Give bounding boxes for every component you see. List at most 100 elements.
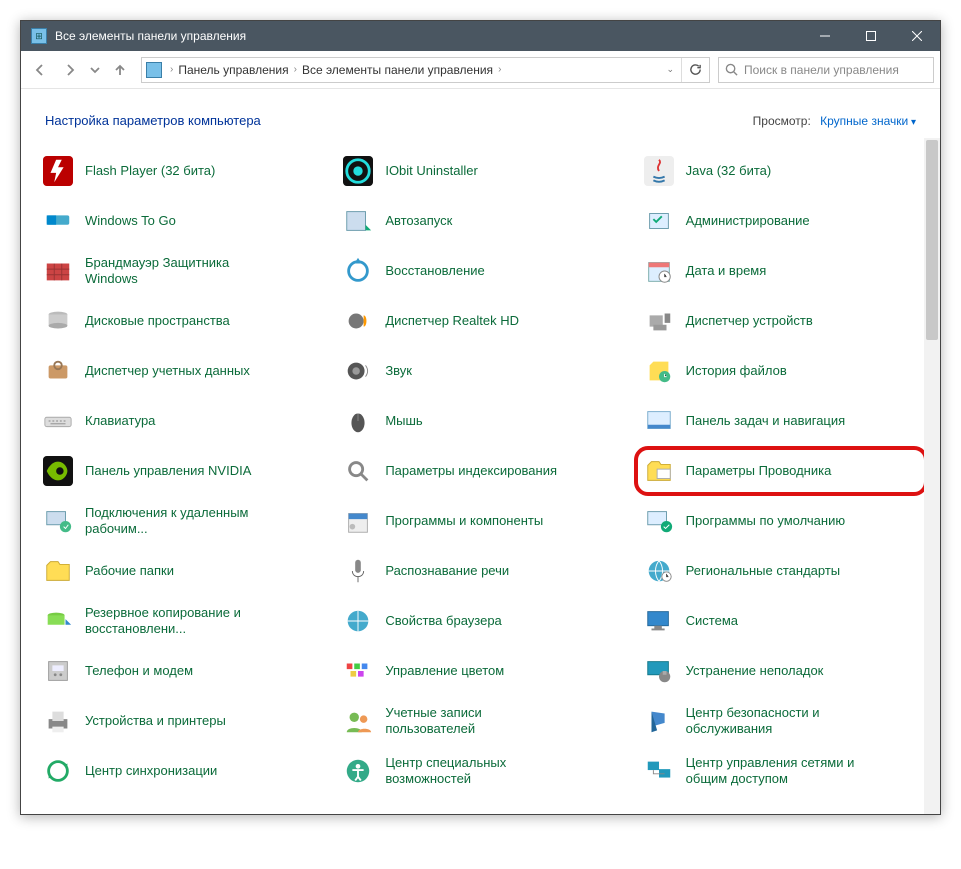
control-panel-window: ⊞ Все элементы панели управления › Панел… (20, 20, 941, 815)
cp-item-backup[interactable]: Резервное копирование и восстановлени... (33, 596, 327, 646)
cp-item-workfolders[interactable]: Рабочие папки (33, 546, 327, 596)
flash-icon (41, 154, 75, 188)
firewall-icon (41, 254, 75, 288)
region-icon (642, 554, 676, 588)
cp-item-label: Восстановление (385, 263, 484, 279)
cp-item-index[interactable]: Параметры индексирования (333, 446, 627, 496)
cp-item-inetopt[interactable]: Свойства браузера (333, 596, 627, 646)
cp-item-nvidia[interactable]: Панель управления NVIDIA (33, 446, 327, 496)
cp-item-printers[interactable]: Устройства и принтеры (33, 696, 327, 746)
cp-item-rdp[interactable]: Подключения к удаленным рабочим... (33, 496, 327, 546)
index-icon (341, 454, 375, 488)
cp-item-label: Диспетчер учетных данных (85, 363, 250, 379)
cp-item-security[interactable]: Центр безопасности и обслуживания (634, 696, 928, 746)
cp-item-ease[interactable]: Центр специальных возможностей (333, 746, 627, 796)
up-button[interactable] (107, 57, 133, 83)
cp-item-label: Центр управления сетями и общим доступом (686, 755, 866, 788)
cp-item-devmgr[interactable]: Диспетчер устройств (634, 296, 928, 346)
cp-item-system[interactable]: Система (634, 596, 928, 646)
cp-item-label: Телефон и модем (85, 663, 193, 679)
cp-item-label: Параметры индексирования (385, 463, 557, 479)
page-heading: Настройка параметров компьютера (45, 113, 261, 128)
cp-item-label: Диспетчер устройств (686, 313, 813, 329)
back-button[interactable] (27, 57, 53, 83)
chevron-right-icon: › (167, 64, 176, 75)
cp-item-label: Дата и время (686, 263, 767, 279)
cp-item-color[interactable]: Управление цветом (333, 646, 627, 696)
java-icon (642, 154, 676, 188)
cp-item-keyboard[interactable]: Клавиатура (33, 396, 327, 446)
cp-item-datetime[interactable]: Дата и время (634, 246, 928, 296)
scrollbar-thumb[interactable] (926, 140, 938, 340)
cp-item-sync[interactable]: Центр синхронизации (33, 746, 327, 796)
scrollbar[interactable] (924, 138, 940, 814)
cp-item-phone[interactable]: Телефон и модем (33, 646, 327, 696)
cp-item-cred[interactable]: Диспетчер учетных данных (33, 346, 327, 396)
view-dropdown[interactable]: Крупные значки (820, 114, 916, 128)
cp-item-label: Учетные записи пользователей (385, 705, 565, 738)
cp-item-label: Региональные стандарты (686, 563, 840, 579)
cp-item-autoplay[interactable]: Автозапуск (333, 196, 627, 246)
cp-item-filehist[interactable]: История файлов (634, 346, 928, 396)
cp-item-region[interactable]: Региональные стандарты (634, 546, 928, 596)
cp-item-mouse[interactable]: Мышь (333, 396, 627, 446)
address-icon (146, 62, 162, 78)
close-button[interactable] (894, 21, 940, 51)
cp-item-flash[interactable]: Flash Player (32 бита) (33, 146, 327, 196)
cp-item-label: Центр безопасности и обслуживания (686, 705, 866, 738)
cp-item-explorer[interactable]: Параметры Проводника (634, 446, 928, 496)
maximize-button[interactable] (848, 21, 894, 51)
view-selector: Просмотр: Крупные значки (753, 114, 916, 128)
cp-item-recovery[interactable]: Восстановление (333, 246, 627, 296)
cp-item-label: Резервное копирование и восстановлени... (85, 605, 265, 638)
defaults-icon (642, 504, 676, 538)
keyboard-icon (41, 404, 75, 438)
cp-item-iobit[interactable]: IObit Uninstaller (333, 146, 627, 196)
search-input[interactable]: Поиск в панели управления (718, 57, 934, 83)
system-icon (642, 604, 676, 638)
backup-icon (41, 604, 75, 638)
history-dropdown[interactable] (87, 57, 103, 83)
refresh-button[interactable] (681, 58, 709, 82)
cp-item-label: Диспетчер Realtek HD (385, 313, 519, 329)
cp-item-wtg[interactable]: Windows To Go (33, 196, 327, 246)
breadcrumb-1[interactable]: Все элементы панели управления (300, 63, 495, 77)
window-title: Все элементы панели управления (55, 29, 802, 43)
cp-item-label: Java (32 бита) (686, 163, 772, 179)
cp-item-storage[interactable]: Дисковые пространства (33, 296, 327, 346)
search-icon (725, 63, 738, 76)
cp-item-defaults[interactable]: Программы по умолчанию (634, 496, 928, 546)
cp-item-label: Параметры Проводника (686, 463, 832, 479)
realtek-icon (341, 304, 375, 338)
cp-item-speech[interactable]: Распознавание речи (333, 546, 627, 596)
cp-item-label: Программы и компоненты (385, 513, 543, 529)
breadcrumb-0[interactable]: Панель управления (176, 63, 290, 77)
cp-item-programs[interactable]: Программы и компоненты (333, 496, 627, 546)
admin-icon (642, 204, 676, 238)
items-grid: Flash Player (32 бита) IObit Uninstaller J… (33, 146, 928, 796)
cp-item-taskbar[interactable]: Панель задач и навигация (634, 396, 928, 446)
cp-item-java[interactable]: Java (32 бита) (634, 146, 928, 196)
storage-icon (41, 304, 75, 338)
speech-icon (341, 554, 375, 588)
cp-item-admin[interactable]: Администрирование (634, 196, 928, 246)
cp-item-label: Рабочие папки (85, 563, 174, 579)
cp-item-sound[interactable]: Звук (333, 346, 627, 396)
address-dropdown[interactable]: ⌄ (659, 64, 681, 75)
titlebar-icon: ⊞ (31, 28, 47, 44)
forward-button[interactable] (57, 57, 83, 83)
minimize-button[interactable] (802, 21, 848, 51)
cp-item-label: Мышь (385, 413, 422, 429)
cp-item-users[interactable]: Учетные записи пользователей (333, 696, 627, 746)
cp-item-label: Flash Player (32 бита) (85, 163, 215, 179)
cp-item-label: Центр специальных возможностей (385, 755, 565, 788)
autoplay-icon (341, 204, 375, 238)
cp-item-realtek[interactable]: Диспетчер Realtek HD (333, 296, 627, 346)
rdp-icon (41, 504, 75, 538)
cp-item-network[interactable]: Центр управления сетями и общим доступом (634, 746, 928, 796)
cp-item-label: История файлов (686, 363, 787, 379)
cp-item-label: Автозапуск (385, 213, 452, 229)
cp-item-trouble[interactable]: Устранение неполадок (634, 646, 928, 696)
address-bar[interactable]: › Панель управления › Все элементы панел… (141, 57, 710, 83)
cp-item-firewall[interactable]: Брандмауэр Защитника Windows (33, 246, 327, 296)
